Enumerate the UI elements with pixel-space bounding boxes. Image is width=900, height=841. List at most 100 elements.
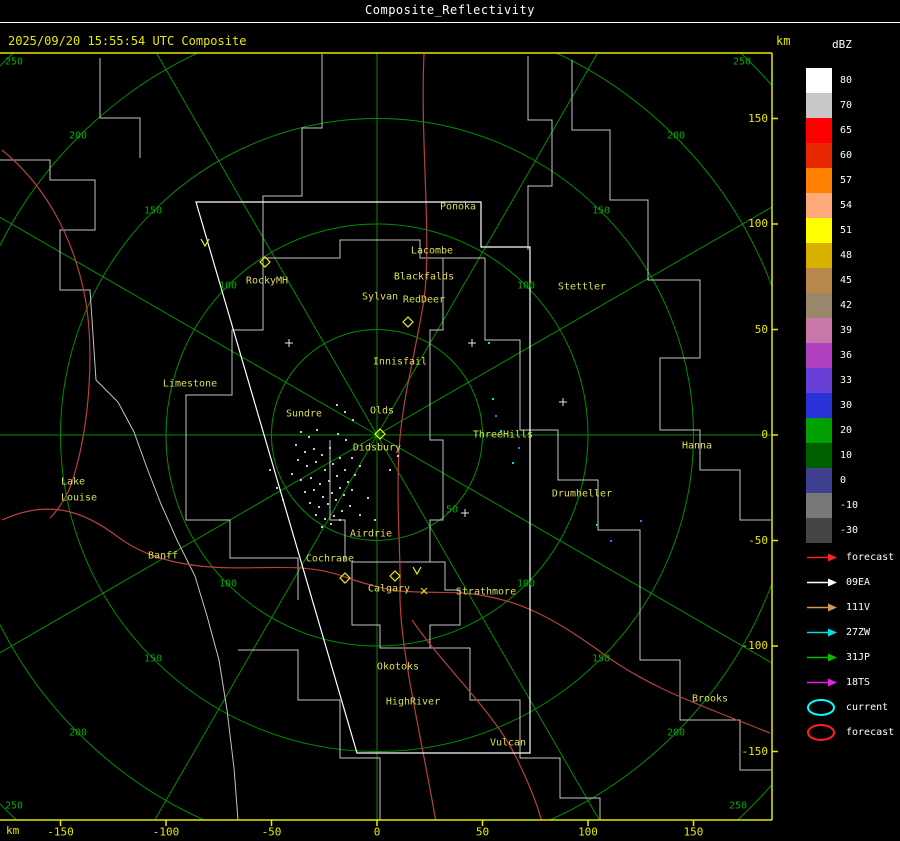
colorbar-value: 42 bbox=[840, 300, 853, 311]
legend-arrow-icon bbox=[807, 553, 837, 562]
echo-dot bbox=[339, 519, 341, 521]
echo-dot bbox=[343, 494, 345, 496]
place-label: Innisfail bbox=[372, 356, 428, 368]
right-axis-label: -50 bbox=[748, 533, 768, 547]
boundary-line bbox=[99, 58, 141, 158]
colorbar-swatch bbox=[806, 493, 832, 518]
range-rings-layer bbox=[0, 53, 772, 820]
colorbar-value: 57 bbox=[840, 175, 853, 186]
colorbar-value: -10 bbox=[840, 500, 859, 511]
colorbar-swatch bbox=[806, 368, 832, 393]
azimuth-line bbox=[0, 434, 378, 654]
place-label: Olds bbox=[369, 405, 395, 417]
radar-app-window: { "title": "Composite_Reflectivity", "st… bbox=[0, 0, 900, 841]
boundary-line bbox=[238, 649, 381, 820]
echo-dot bbox=[344, 469, 346, 471]
colorbar-swatch bbox=[806, 393, 832, 418]
echo-dot bbox=[297, 459, 299, 461]
echo-dot bbox=[313, 448, 315, 450]
colorbar-value: 36 bbox=[840, 350, 853, 361]
echo-dot bbox=[351, 489, 353, 491]
range-label: 150 bbox=[143, 653, 163, 665]
range-label: 200 bbox=[666, 130, 686, 142]
right-axis-label: -150 bbox=[741, 744, 769, 758]
place-label: Louise bbox=[60, 492, 98, 504]
echo-dot bbox=[269, 469, 271, 471]
echo-dot bbox=[327, 503, 329, 505]
legend-label: 18TS bbox=[846, 677, 871, 688]
place-label: Calgary bbox=[367, 583, 411, 595]
echo-dot-blue bbox=[495, 415, 497, 417]
range-label: 250 bbox=[732, 56, 752, 68]
range-label: 250 bbox=[4, 800, 24, 812]
echo-dot bbox=[339, 457, 341, 459]
legend-label: forecast bbox=[846, 727, 895, 738]
colorbar-value: -30 bbox=[840, 525, 859, 536]
echo-dot bbox=[306, 465, 308, 467]
place-label: HighRiver bbox=[385, 696, 441, 708]
echo-dot bbox=[332, 463, 334, 465]
echo-dot bbox=[389, 469, 391, 471]
range-label: 250 bbox=[4, 56, 24, 68]
range-label: 100 bbox=[516, 578, 536, 590]
place-label: Banff bbox=[147, 550, 179, 562]
colorbar-value: 10 bbox=[840, 450, 853, 461]
colorbar-value: 45 bbox=[840, 275, 853, 286]
place-label: Lacombe bbox=[410, 245, 454, 257]
colorbar-swatch bbox=[806, 318, 832, 343]
arrow-head bbox=[828, 628, 837, 637]
echo-dot bbox=[304, 451, 306, 453]
colorbar-value: 30 bbox=[840, 400, 853, 411]
colorbar-value: 65 bbox=[840, 125, 853, 136]
place-label: Sylvan bbox=[361, 291, 399, 303]
colorbar-value: 51 bbox=[840, 225, 853, 236]
place-label: Drumheller bbox=[551, 488, 613, 500]
range-label: 200 bbox=[68, 727, 88, 739]
boundary-line bbox=[0, 159, 97, 381]
arrow-head bbox=[828, 578, 837, 587]
arrow-head bbox=[828, 678, 837, 687]
place-label: Hanna bbox=[681, 440, 713, 452]
place-label: Didsbury bbox=[352, 442, 402, 454]
echo-dot-blue bbox=[610, 540, 612, 542]
legend-label: 27ZW bbox=[846, 627, 871, 638]
right-axis-label: 50 bbox=[754, 322, 768, 336]
legend-label: forecast bbox=[846, 552, 895, 563]
caret-marker-icon bbox=[412, 566, 422, 576]
range-label: 250 bbox=[728, 800, 748, 812]
place-label: Cochrane bbox=[305, 553, 355, 565]
place-label: RedDeer bbox=[402, 294, 446, 306]
colorbar-swatch bbox=[806, 518, 832, 543]
echo-dot-blue bbox=[640, 520, 642, 522]
radar-map-canvas bbox=[0, 52, 778, 826]
colorbar-value: 39 bbox=[840, 325, 853, 336]
colorbar-swatch bbox=[806, 443, 832, 468]
range-label: 100 bbox=[218, 578, 238, 590]
echo-dot bbox=[397, 455, 399, 457]
echo-dot bbox=[300, 431, 302, 433]
place-label: RockyMH bbox=[245, 275, 289, 287]
place-label: Strathmore bbox=[455, 586, 517, 598]
colorbar-value: 54 bbox=[840, 200, 853, 211]
echo-dot bbox=[324, 518, 326, 520]
place-label: Limestone bbox=[162, 378, 218, 390]
place-label: Vulcan bbox=[489, 737, 527, 749]
colorbar-value: 0 bbox=[840, 475, 847, 486]
colorbar-swatch bbox=[806, 293, 832, 318]
echo-dot-cyan bbox=[488, 342, 490, 344]
echo-dot bbox=[295, 444, 297, 446]
azimuth-line bbox=[376, 53, 599, 436]
echo-dot bbox=[282, 499, 284, 501]
colorbar-swatch bbox=[806, 268, 832, 293]
echo-dot bbox=[359, 514, 361, 516]
echo-dot bbox=[322, 496, 324, 498]
place-label: Lake bbox=[60, 476, 86, 488]
colorbar-value: 60 bbox=[840, 150, 853, 161]
legend-label: current bbox=[846, 702, 889, 713]
echo-dot bbox=[309, 502, 311, 504]
legend-label: 31JP bbox=[846, 652, 871, 663]
place-label: Ponoka bbox=[439, 201, 477, 213]
road-line bbox=[397, 590, 771, 734]
ellipse-shape bbox=[807, 699, 835, 716]
echo-dot bbox=[276, 487, 278, 489]
